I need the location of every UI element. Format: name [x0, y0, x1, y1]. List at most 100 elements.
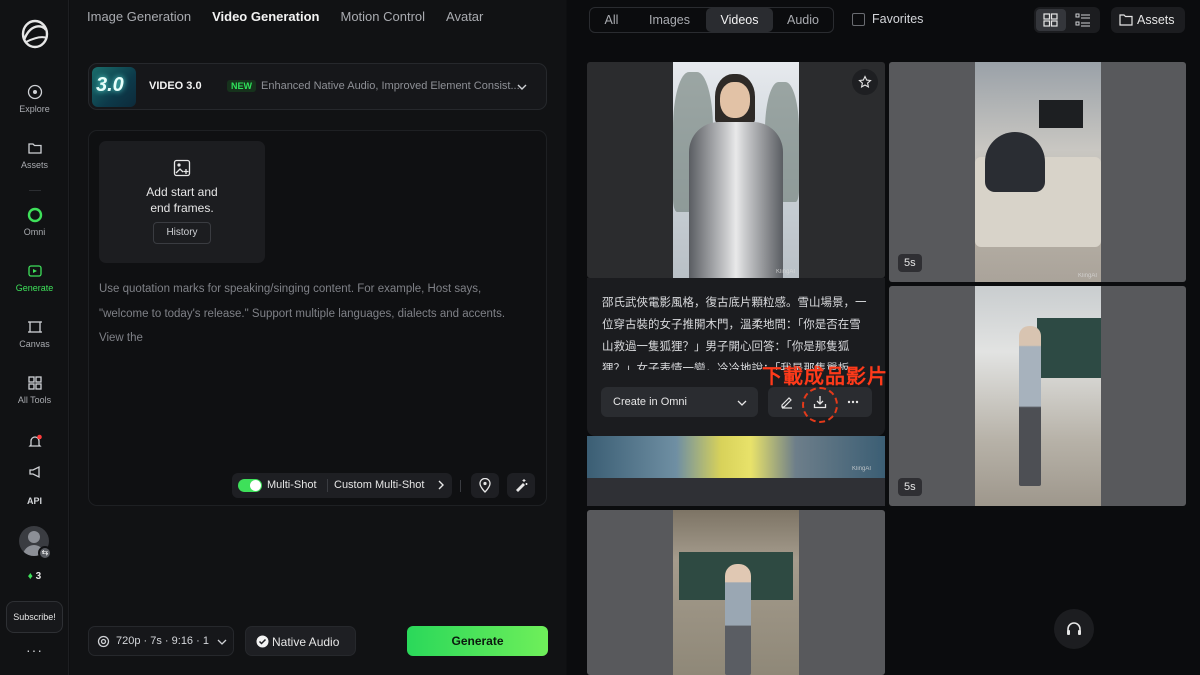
video-thumbnail: KlingAI: [975, 62, 1101, 282]
kling-logo-icon[interactable]: [20, 18, 50, 50]
download-highlight-circle: [802, 387, 838, 423]
native-audio-toggle[interactable]: Native Audio: [245, 626, 356, 656]
rail-canvas-label: Canvas: [19, 339, 50, 349]
generation-tabs: Image Generation Video Generation Motion…: [87, 9, 483, 24]
rail-generate-label: Generate: [15, 283, 54, 293]
rail-omni[interactable]: Omni: [0, 207, 69, 237]
settings-icon: [97, 635, 110, 648]
left-rail: Explore Assets Omni Generate Canvas All …: [0, 0, 69, 675]
subscribe-button[interactable]: Subscribe!: [6, 601, 63, 633]
video-thumbnail: KlingAI: [673, 62, 799, 278]
grid-view-icon: [1043, 13, 1058, 27]
headset-icon: [1067, 622, 1081, 635]
download-annotation: 下載成品影片: [762, 366, 888, 388]
generate-icon: [27, 265, 42, 277]
gallery-panel: All Images Videos Audio Favorites Assets…: [567, 0, 1200, 675]
grid-icon: [27, 376, 42, 390]
rail-explore[interactable]: Explore: [0, 84, 69, 114]
video-card-3[interactable]: 5s: [889, 286, 1186, 506]
video-thumbnail: [975, 286, 1101, 506]
model-name: VIDEO 3.0: [149, 80, 202, 92]
credit-drop-icon: ♦: [27, 571, 33, 582]
support-button[interactable]: [1054, 609, 1094, 649]
rail-assets[interactable]: Assets: [0, 140, 69, 170]
video-card-1-preview: 5s KlingAI: [587, 436, 885, 506]
new-badge: NEW: [227, 80, 256, 92]
enhance-prompt-button[interactable]: [507, 473, 535, 498]
add-frames-box[interactable]: Add start and end frames. History: [99, 141, 265, 263]
rail-omni-label: Omni: [23, 227, 46, 237]
video-thumbnail: [673, 510, 799, 675]
tab-avatar[interactable]: Avatar: [446, 9, 483, 24]
more-options-icon[interactable]: ···: [0, 642, 69, 658]
favorites-filter[interactable]: Favorites: [852, 12, 923, 26]
rail-all-tools[interactable]: All Tools: [0, 375, 69, 405]
rail-api-link[interactable]: API: [0, 496, 69, 506]
divider: [460, 480, 461, 492]
create-in-omni-button[interactable]: Create in Omni: [601, 387, 758, 417]
list-view-button[interactable]: [1068, 9, 1098, 31]
prompt-editor: Add start and end frames. History Use qu…: [88, 130, 547, 506]
omni-icon: [27, 207, 42, 223]
rail-explore-label: Explore: [19, 104, 50, 114]
tab-motion-control[interactable]: Motion Control: [340, 9, 425, 24]
create-in-omni-label: Create in Omni: [613, 396, 687, 408]
star-icon: [858, 75, 872, 88]
pencil-icon: [781, 397, 792, 409]
multi-shot-label: Multi-Shot: [267, 479, 317, 491]
favorite-button[interactable]: [852, 69, 878, 95]
rail-notifications[interactable]: [0, 434, 69, 454]
video-card-2[interactable]: KlingAI 5s: [889, 62, 1186, 282]
filter-audio[interactable]: Audio: [773, 8, 833, 32]
rail-divider: [29, 190, 41, 191]
megaphone-icon: [28, 465, 40, 479]
multi-shot-toggle[interactable]: [238, 479, 262, 492]
output-settings-summary: 720p · 7s · 9:16 · 1: [116, 635, 209, 647]
chevron-down-icon: [737, 400, 747, 406]
rail-announcements[interactable]: [0, 464, 69, 484]
multi-shot-controls: Multi-Shot Custom Multi-Shot: [232, 473, 452, 498]
watermark: KlingAI: [852, 466, 872, 472]
video-duration: 5s: [898, 478, 922, 496]
filter-images[interactable]: Images: [633, 8, 706, 32]
rail-generate[interactable]: Generate: [0, 263, 69, 293]
video-card-4[interactable]: [587, 510, 885, 675]
history-button[interactable]: History: [153, 222, 211, 244]
filter-videos[interactable]: Videos: [706, 8, 773, 32]
model-selector[interactable]: 3.0 VIDEO 3.0 NEW Enhanced Native Audio,…: [88, 63, 547, 110]
assets-label: Assets: [1137, 13, 1175, 27]
chevron-down-icon: [517, 84, 527, 90]
output-settings-dropdown[interactable]: 720p · 7s · 9:16 · 1: [88, 626, 234, 656]
bell-icon: [27, 434, 42, 447]
custom-multi-shot-button[interactable]: Custom Multi-Shot: [334, 479, 424, 491]
rail-all-tools-label: All Tools: [17, 395, 52, 405]
video-hover-panel: 邵氏武俠電影風格，復古底片顆粒感。雪山場景，一位穿古裝的女子推開木門，溫柔地問：…: [587, 278, 885, 436]
assets-button[interactable]: Assets: [1111, 7, 1185, 33]
edit-button[interactable]: [770, 387, 804, 417]
model-thumbnail: 3.0: [92, 67, 136, 107]
filter-all[interactable]: All: [590, 8, 633, 32]
watermark: KlingAI: [1077, 273, 1097, 279]
rail-assets-label: Assets: [20, 160, 48, 170]
rail-canvas[interactable]: Canvas: [0, 319, 69, 349]
watermark: KlingAI: [775, 269, 795, 275]
video-prompt-text: 邵氏武俠電影風格，復古底片顆粒感。雪山場景，一位穿古裝的女子推開木門，溫柔地問：…: [602, 297, 867, 370]
media-filter-tabs: All Images Videos Audio: [589, 7, 834, 33]
grid-view-button[interactable]: [1036, 9, 1066, 31]
model-description: Enhanced Native Audio, Improved Element …: [261, 80, 520, 92]
location-button[interactable]: [471, 473, 499, 498]
video-card-1[interactable]: KlingAI: [587, 62, 885, 278]
pin-icon: [479, 478, 491, 493]
video-duration: 5s: [898, 254, 922, 272]
more-actions-button[interactable]: [836, 387, 870, 417]
folder-icon: [27, 143, 42, 154]
credits-count: ♦ 3: [27, 571, 42, 582]
switch-account-icon[interactable]: ⇆: [38, 546, 52, 560]
prompt-input[interactable]: Use quotation marks for speaking/singing…: [99, 277, 539, 351]
tab-video-generation[interactable]: Video Generation: [212, 9, 319, 24]
list-view-icon: [1075, 13, 1090, 27]
generate-button[interactable]: Generate: [407, 626, 548, 656]
favorites-checkbox[interactable]: [852, 12, 865, 26]
add-frames-text: Add start and end frames.: [146, 185, 218, 215]
tab-image-generation[interactable]: Image Generation: [87, 9, 191, 24]
